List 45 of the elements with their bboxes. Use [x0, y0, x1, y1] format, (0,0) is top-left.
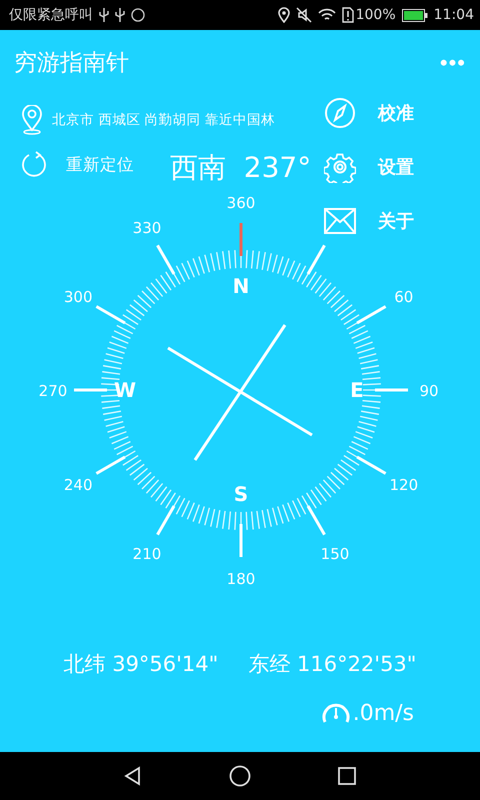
- home-button[interactable]: [229, 765, 251, 787]
- settings-icon: [324, 151, 356, 183]
- menu-item[interactable]: 关于: [322, 203, 414, 239]
- recents-button[interactable]: [337, 766, 357, 786]
- clock: 11:04: [434, 7, 474, 23]
- degree-label: 120: [390, 476, 418, 494]
- degree-label: 330: [132, 219, 162, 238]
- degree-label: 90: [419, 382, 439, 400]
- degree-label: 210: [132, 544, 162, 563]
- location-icon: [278, 7, 290, 23]
- direction-letter: W: [114, 378, 136, 402]
- usb-icon: [115, 8, 125, 22]
- direction-letter: S: [234, 482, 248, 506]
- longitude-text: 东经 116°22'53": [248, 651, 416, 678]
- degree-label: 270: [38, 382, 68, 400]
- refresh-icon: [20, 151, 48, 179]
- degree-label: 240: [64, 476, 92, 494]
- direction-letter: E: [350, 378, 364, 402]
- heading-readout: 西南 237°: [170, 150, 312, 186]
- location-pin-icon: [20, 105, 44, 135]
- menu-item[interactable]: 设置: [322, 149, 414, 185]
- status-text: 仅限紧急呼叫: [9, 6, 93, 24]
- more-menu[interactable]: •••: [440, 50, 466, 76]
- degree-label: 60: [394, 288, 414, 306]
- battery-percent: 100%: [356, 7, 396, 23]
- wifi-icon: [318, 8, 336, 22]
- speed-readout: .0m/s: [352, 700, 414, 726]
- direction-letter: N: [232, 274, 250, 298]
- mute-icon: [296, 7, 312, 23]
- degree-label: 360: [226, 195, 256, 212]
- degree-label: 180: [226, 570, 256, 588]
- sim-alert-icon: [342, 7, 354, 23]
- menu-item[interactable]: 校准: [322, 95, 414, 131]
- battery-icon: [402, 8, 428, 22]
- degree-label: 300: [64, 288, 92, 306]
- usb-icon: [99, 8, 109, 22]
- app-title: 穷游指南针: [14, 49, 130, 78]
- degree-label: 150: [320, 544, 350, 563]
- back-button[interactable]: [123, 766, 143, 786]
- relocate-button[interactable]: 重新定位: [20, 151, 134, 179]
- north-tick: [240, 223, 242, 256]
- latitude-text: 北纬 39°56'14": [64, 651, 218, 678]
- mail-icon: [324, 208, 356, 234]
- address-text: 北京市 西城区 尚勤胡同 靠近中国林: [52, 111, 275, 129]
- compass-icon: [324, 97, 356, 129]
